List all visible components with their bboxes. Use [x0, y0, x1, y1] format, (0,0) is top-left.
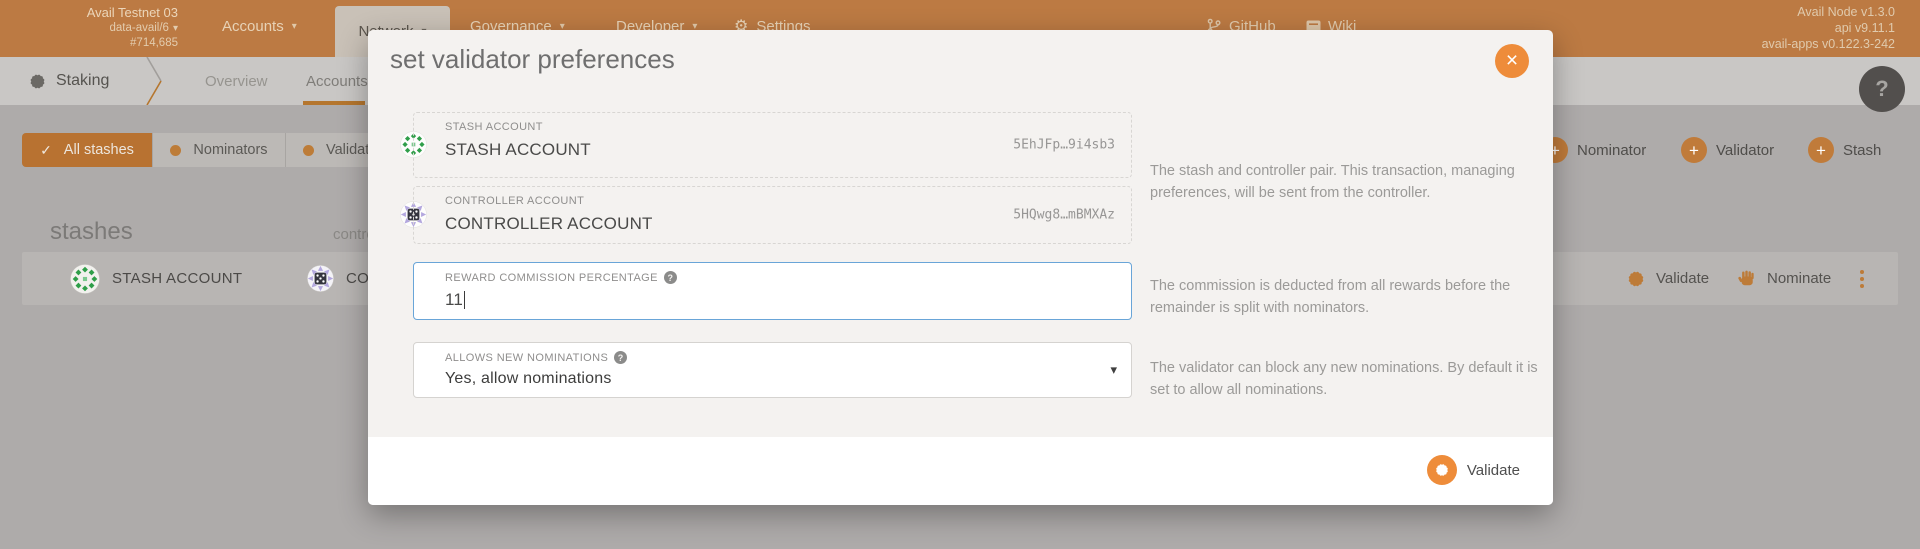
button-label: Stash — [1843, 142, 1881, 159]
dropdown-value: Yes, allow nominations — [445, 370, 612, 388]
network-selector[interactable]: Avail Testnet 03 data-avail/6 ▾ #714,685 — [26, 5, 178, 51]
staking-starburst-icon — [28, 72, 47, 91]
commission-value: 11 — [445, 290, 463, 309]
nominations-dropdown[interactable]: ALLOWS NEW NOMINATIONS ? Yes, allow nomi… — [413, 342, 1132, 398]
tab-label: Accounts — [306, 73, 368, 90]
tab-label: Overview — [205, 73, 268, 90]
breadcrumb-label: Staking — [56, 72, 109, 90]
field-label: STASH ACCOUNT — [445, 121, 543, 133]
modal-title: set validator preferences — [390, 44, 675, 75]
api-version: api v9.11.1 — [1762, 20, 1895, 36]
check-icon: ✓ — [40, 142, 52, 159]
controller-identicon-icon — [307, 265, 334, 292]
stash-account-cell: STASH ACCOUNT — [70, 252, 242, 305]
tab-accounts[interactable]: Accounts — [306, 57, 368, 105]
block-number: #714,685 — [26, 36, 178, 51]
version-info: Avail Node v1.3.0 api v9.11.1 avail-apps… — [1762, 4, 1895, 52]
nominate-row-button[interactable]: Nominate — [1738, 252, 1831, 305]
modal-footer: Validate — [368, 437, 1553, 505]
filter-label: Nominators — [193, 142, 267, 158]
active-tab-underline — [303, 101, 365, 105]
field-label: CONTROLLER ACCOUNT — [445, 195, 584, 207]
controller-account-field: CONTROLLER ACCOUNT CONTROLLER ACCOUNT 5H… — [413, 186, 1132, 244]
node-version: Avail Node v1.3.0 — [1762, 4, 1895, 20]
chevron-down-icon: ▾ — [292, 21, 297, 32]
help-badge-icon[interactable]: ? — [664, 271, 677, 284]
plus-icon: + — [1681, 137, 1707, 163]
filter-all-stashes[interactable]: ✓ All stashes — [22, 133, 152, 167]
plus-icon: + — [1808, 137, 1834, 163]
nav-label: Accounts — [222, 18, 284, 35]
button-label: Nominate — [1767, 270, 1831, 287]
help-button[interactable]: ? — [1859, 66, 1905, 112]
button-label: Validate — [1467, 462, 1520, 479]
validate-row-button[interactable]: Validate — [1626, 252, 1709, 305]
controller-address: 5HQwg8…mBMXAz — [1013, 208, 1115, 223]
hand-icon — [1738, 269, 1757, 288]
chevron-separator-icon — [142, 57, 164, 105]
help-text-nominations: The validator can block any new nominati… — [1150, 357, 1542, 401]
nav-item-accounts[interactable]: Accounts ▾ — [222, 0, 297, 52]
filter-label: All stashes — [64, 142, 134, 158]
menu-dot-icon — [1860, 284, 1864, 288]
close-button[interactable]: × — [1495, 44, 1529, 78]
network-name: Avail Testnet 03 — [26, 5, 178, 21]
close-icon: × — [1506, 49, 1518, 73]
field-label: ALLOWS NEW NOMINATIONS — [445, 352, 608, 364]
menu-dot-icon — [1860, 270, 1864, 274]
button-label: Nominator — [1577, 142, 1646, 159]
stash-filter-group: ✓ All stashes Nominators Validators — [22, 133, 405, 167]
help-text-pair: The stash and controller pair. This tran… — [1150, 160, 1542, 204]
stash-account-label: STASH ACCOUNT — [112, 270, 242, 287]
chevron-down-icon: ▾ — [173, 23, 178, 34]
apps-version: avail-apps v0.122.3-242 — [1762, 36, 1895, 52]
validate-starburst-icon — [1626, 269, 1646, 289]
stash-identicon-icon — [70, 264, 100, 294]
validate-submit-button[interactable]: Validate — [1427, 455, 1520, 485]
button-label: Validator — [1716, 142, 1774, 159]
add-stash-button[interactable]: + Stash — [1808, 137, 1881, 163]
validate-starburst-icon — [1434, 462, 1450, 478]
filter-nominators[interactable]: Nominators — [152, 133, 285, 167]
help-text-commission: The commission is deducted from all rewa… — [1150, 275, 1542, 319]
field-value: STASH ACCOUNT — [445, 140, 591, 160]
orange-dot-icon — [170, 145, 181, 156]
table-title: stashes — [50, 218, 133, 246]
commission-input[interactable]: REWARD COMMISSION PERCENTAGE ? 11 — [413, 262, 1132, 320]
question-icon: ? — [1875, 76, 1888, 102]
field-value: CONTROLLER ACCOUNT — [445, 214, 653, 234]
tab-overview[interactable]: Overview — [205, 57, 268, 105]
set-validator-preferences-modal: set validator preferences × STASH ACCOUN… — [368, 30, 1553, 505]
add-nominator-button[interactable]: + Nominator — [1542, 137, 1646, 163]
field-label: REWARD COMMISSION PERCENTAGE — [445, 272, 658, 284]
app-root: Avail Testnet 03 data-avail/6▾ #714,685 … — [0, 0, 1920, 549]
menu-dot-icon — [1860, 277, 1864, 281]
row-menu-button[interactable] — [1858, 268, 1866, 290]
stash-address: 5EhJFp…9i4sb3 — [1013, 138, 1115, 153]
orange-dot-icon — [303, 145, 314, 156]
button-label: Validate — [1656, 270, 1709, 287]
help-badge-icon[interactable]: ? — [614, 351, 627, 364]
chevron-down-icon: ▾ — [1110, 362, 1117, 378]
stash-account-field: STASH ACCOUNT STASH ACCOUNT 5EhJFp…9i4sb… — [413, 112, 1132, 178]
network-chain: data-avail/6 — [110, 22, 169, 34]
add-validator-button[interactable]: + Validator — [1681, 137, 1774, 163]
breadcrumb-staking: Staking — [28, 57, 109, 105]
text-cursor — [464, 291, 465, 309]
